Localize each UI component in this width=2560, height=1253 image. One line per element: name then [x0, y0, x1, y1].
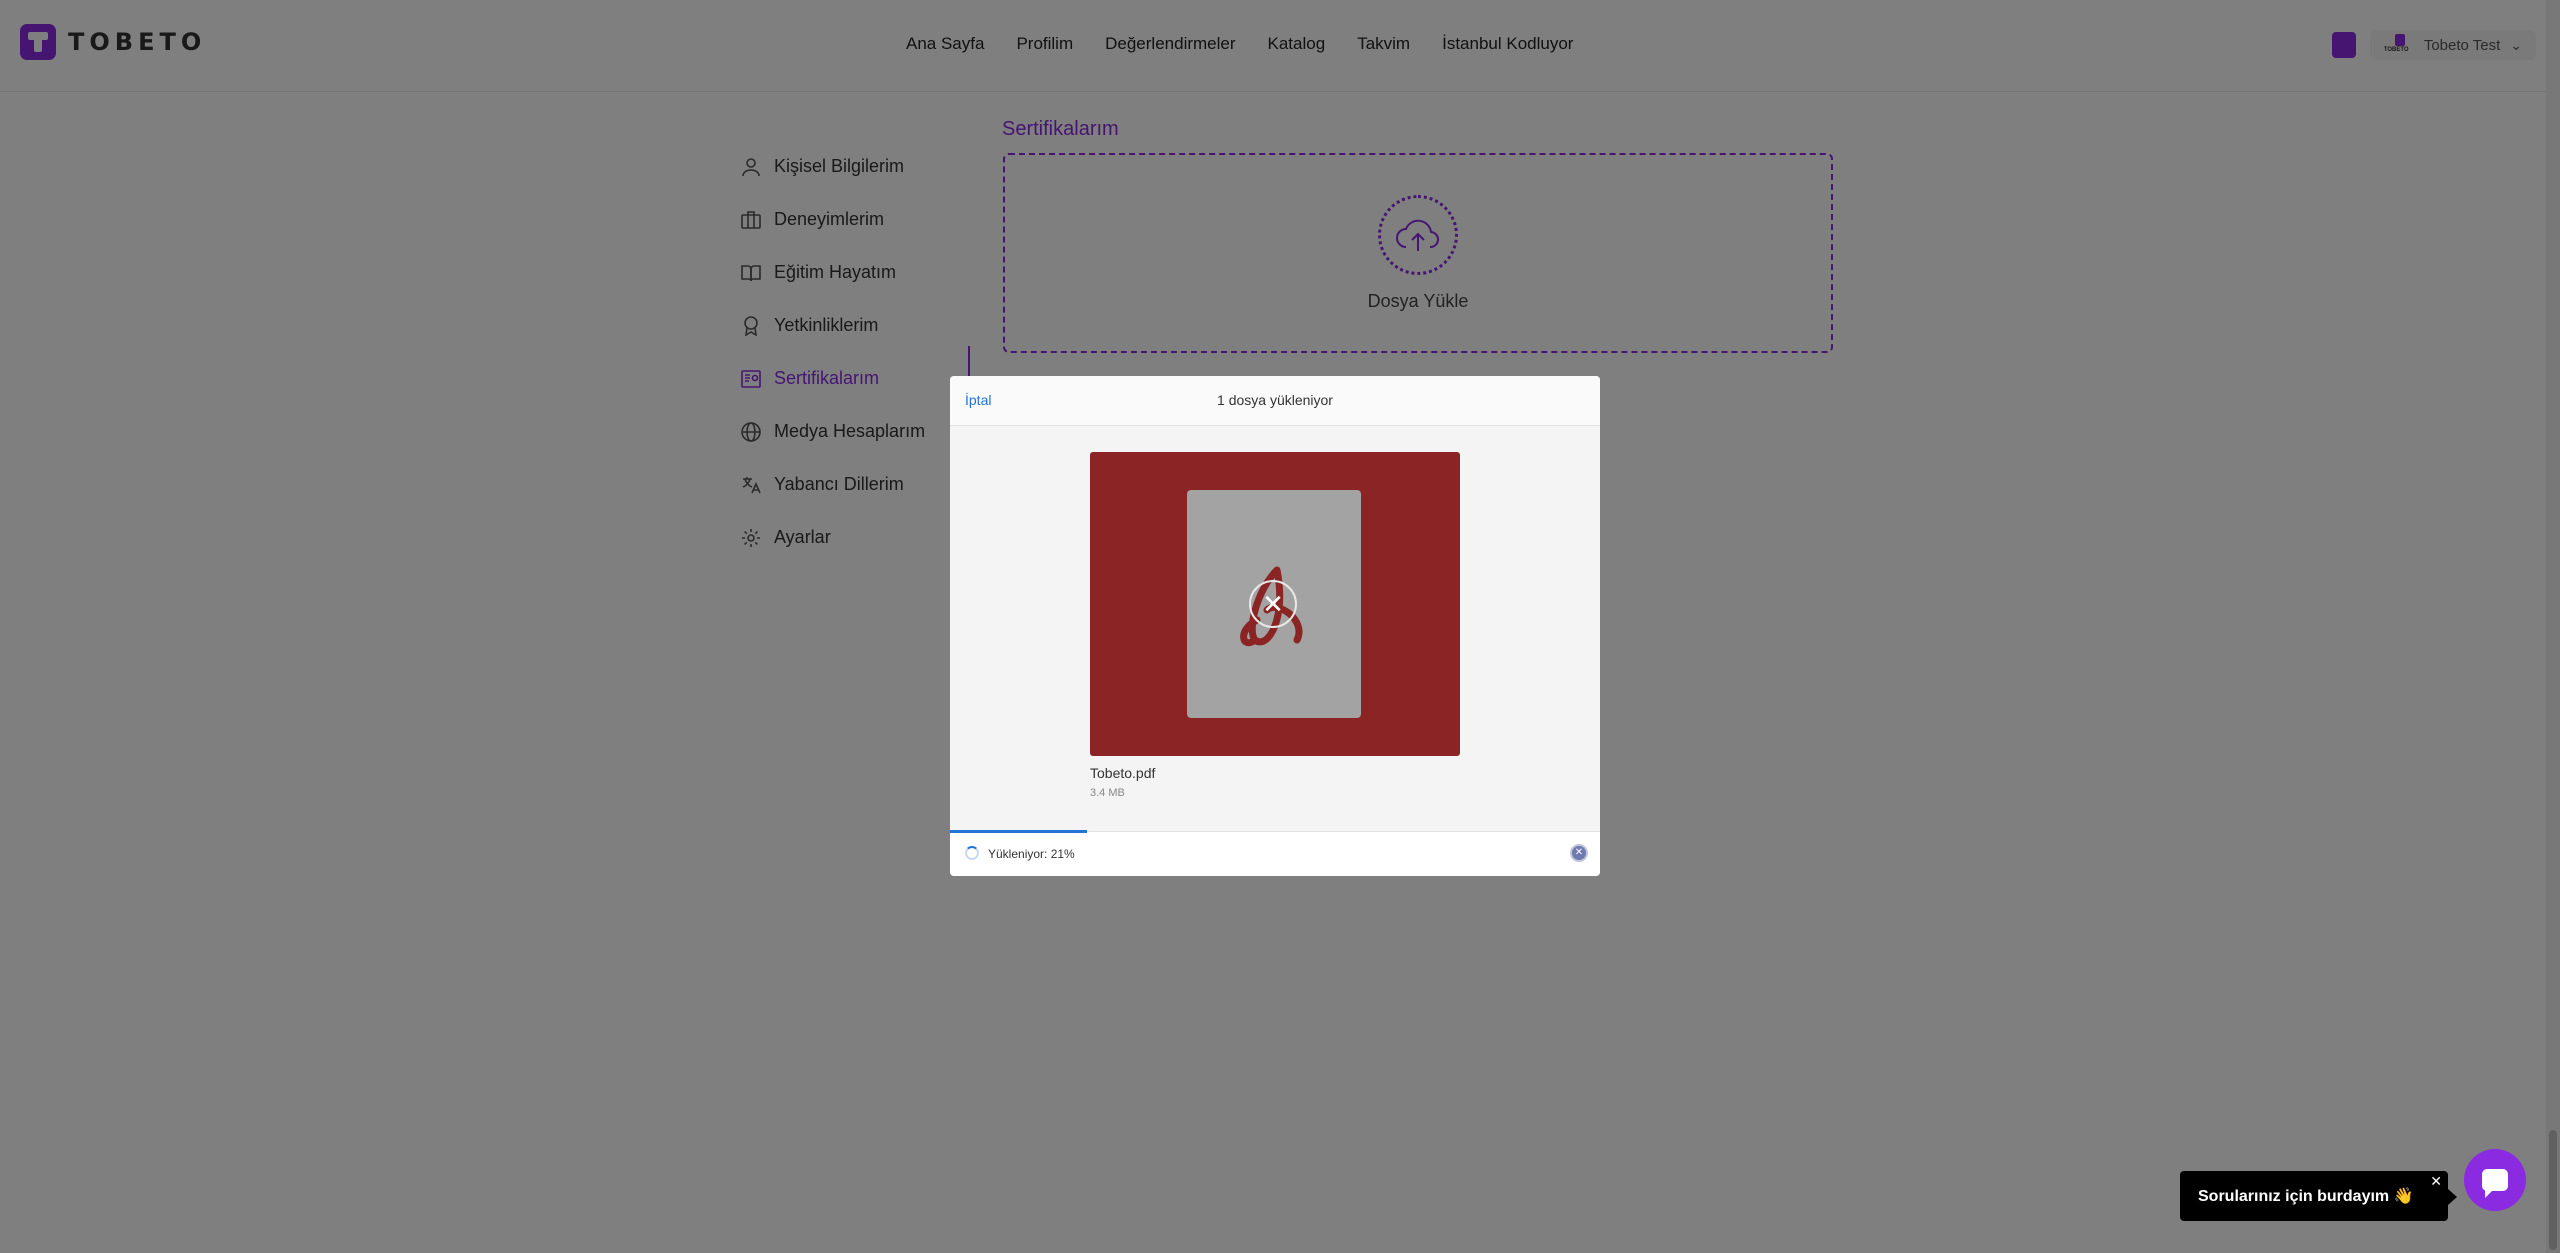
chat-launcher-button[interactable] — [2464, 1149, 2526, 1211]
chat-tooltip-text: Sorularınız için burdayım 👋 — [2198, 1188, 2414, 1205]
file-preview: ✕ — [1090, 452, 1460, 756]
pause-upload-button[interactable]: ✕ — [1570, 844, 1588, 862]
close-icon[interactable]: ✕ — [2430, 1173, 2442, 1190]
upload-progress-bar — [950, 830, 1087, 833]
upload-status: Yükleniyor: 21% — [988, 847, 1075, 861]
spinner-icon — [965, 846, 979, 860]
modal-footer: Yükleniyor: 21% ✕ — [950, 830, 1600, 876]
remove-file-button[interactable]: ✕ — [1249, 580, 1297, 628]
modal-title: 1 dosya yükleniyor — [1217, 392, 1333, 408]
chat-bubble-icon — [2482, 1169, 2508, 1198]
pdf-document-icon: ✕ — [1187, 490, 1361, 718]
upload-modal: İptal 1 dosya yükleniyor ✕ Tobeto.pdf 3.… — [950, 376, 1600, 876]
close-icon: ✕ — [1262, 589, 1284, 619]
modal-header: İptal 1 dosya yükleniyor — [950, 376, 1600, 426]
chat-tooltip: Sorularınız için burdayım 👋 ✕ — [2180, 1171, 2457, 1221]
file-size: 3.4 MB — [1090, 787, 1125, 799]
file-name: Tobeto.pdf — [1090, 765, 1156, 781]
